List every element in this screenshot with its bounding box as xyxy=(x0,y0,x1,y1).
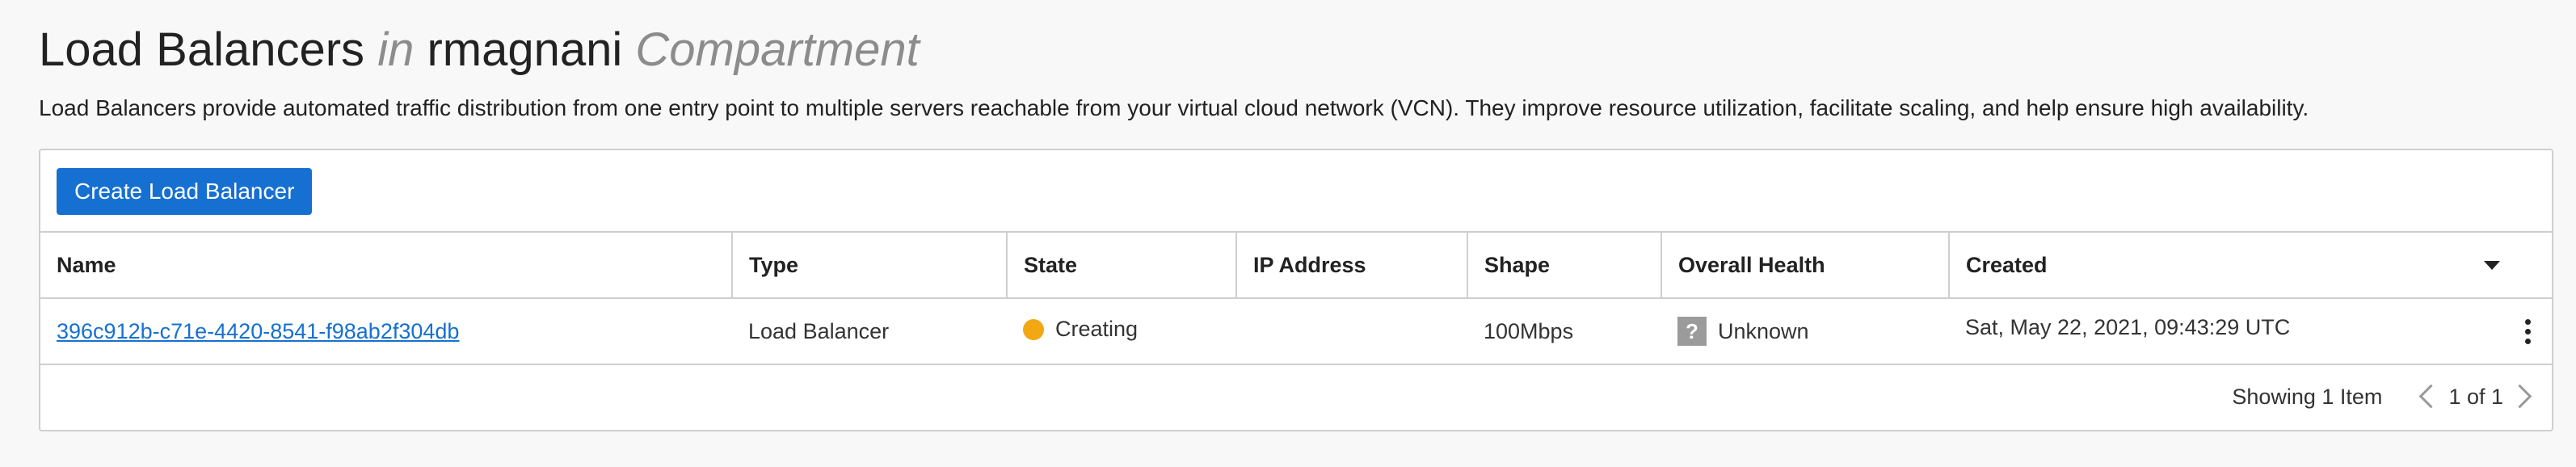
chevron-right-icon[interactable] xyxy=(2511,381,2536,413)
title-main: Load Balancers xyxy=(39,23,365,76)
column-header-state[interactable]: State xyxy=(1007,233,1237,299)
column-header-created-label: Created xyxy=(1966,252,2048,277)
title-in: in xyxy=(377,23,415,76)
cell-state: Creating xyxy=(1007,298,1236,365)
state-label: Creating xyxy=(1055,317,1139,342)
column-header-created[interactable]: Created xyxy=(1949,233,2552,299)
page-title: Load Balancers in rmagnani Compartment xyxy=(39,21,920,79)
load-balancers-panel: Create Load Balancer Name Type State IP … xyxy=(39,149,2553,431)
row-actions-kebab-icon[interactable] xyxy=(2519,315,2536,347)
health-label: Unknown xyxy=(1718,318,1809,343)
cell-type: Load Balancer xyxy=(732,298,1007,365)
health-unknown-question-icon: ? xyxy=(1677,317,1707,346)
cell-shape: 100Mbps xyxy=(1467,298,1661,365)
compartment-name: rmagnani xyxy=(427,23,623,76)
page: Load Balancers in rmagnani Compartment L… xyxy=(0,0,2576,467)
load-balancers-table: Name Type State IP Address Shape Overall… xyxy=(40,233,2552,365)
column-header-ip-address[interactable]: IP Address xyxy=(1236,233,1468,299)
kebab-dot xyxy=(2524,318,2531,325)
cell-name: 396c912b-c71e-4420-8541-f98ab2f304db xyxy=(40,298,732,365)
column-header-overall-health[interactable]: Overall Health xyxy=(1661,233,1950,299)
created-timestamp: Sat, May 22, 2021, 09:43:29 UTC xyxy=(1965,315,2291,339)
table-header-row: Name Type State IP Address Shape Overall… xyxy=(40,233,2552,299)
state-creating-dot-icon xyxy=(1023,318,1044,340)
load-balancer-name-link[interactable]: 396c912b-c71e-4420-8541-f98ab2f304db xyxy=(57,319,459,343)
table-footer: Showing 1 Item 1 of 1 xyxy=(40,364,2552,430)
column-header-name[interactable]: Name xyxy=(40,233,733,299)
showing-count: Showing 1 Item xyxy=(2232,384,2383,409)
cell-ip-address xyxy=(1236,298,1467,365)
table-row: 396c912b-c71e-4420-8541-f98ab2f304db Loa… xyxy=(40,298,2552,365)
page-description: Load Balancers provide automated traffic… xyxy=(39,95,2309,120)
cell-created: Sat, May 22, 2021, 09:43:29 UTC xyxy=(1949,298,2552,365)
toolbar: Create Load Balancer xyxy=(40,150,2552,233)
title-compartment: Compartment xyxy=(635,23,920,76)
create-load-balancer-button[interactable]: Create Load Balancer xyxy=(57,168,313,215)
page-indicator: 1 of 1 xyxy=(2448,384,2503,409)
chevron-left-icon[interactable] xyxy=(2414,381,2439,413)
sort-caret-down-icon[interactable] xyxy=(2484,260,2500,270)
cell-overall-health: ? Unknown xyxy=(1661,298,1949,365)
kebab-dot xyxy=(2524,338,2531,344)
column-header-shape[interactable]: Shape xyxy=(1467,233,1662,299)
kebab-dot xyxy=(2524,328,2531,334)
column-header-type[interactable]: Type xyxy=(732,233,1008,299)
